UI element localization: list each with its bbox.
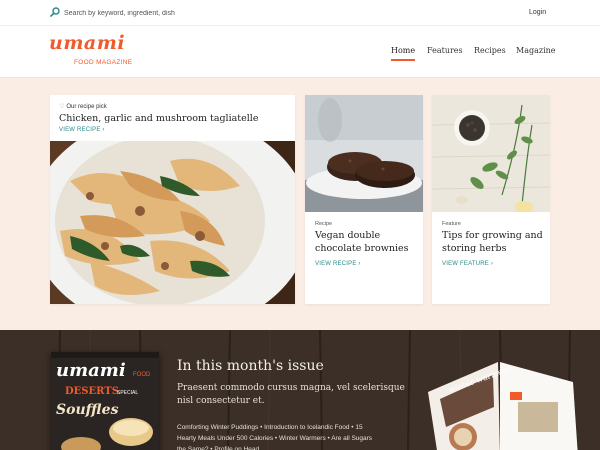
herbs-photo[interactable]: [432, 95, 550, 212]
brownies-photo[interactable]: [305, 95, 423, 212]
nav-recipes-label: Recipes: [474, 46, 506, 55]
logo-subtitle: FOOD MAGAZINE: [74, 59, 133, 66]
search-icon[interactable]: [50, 7, 60, 17]
nav-magazine-label: Magazine: [516, 46, 556, 55]
issue-title: In this month's issue: [177, 358, 324, 374]
nav-magazine[interactable]: Magazine: [516, 46, 556, 62]
top-bar: Login: [0, 0, 600, 26]
recipe-pick-label: ♡ Our recipe pick: [59, 103, 107, 110]
pasta-photo[interactable]: [50, 141, 295, 304]
cover-dish: Souffles: [56, 402, 119, 418]
view-recipe-link[interactable]: VIEW RECIPE ›: [315, 261, 361, 267]
login-link[interactable]: Login: [529, 9, 546, 16]
featured-recipe-card[interactable]: ♡ Our recipe pick Chicken, garlic and mus…: [50, 95, 295, 304]
nav-features[interactable]: Features: [427, 46, 463, 62]
view-feature-link[interactable]: VIEW FEATURE ›: [442, 261, 493, 267]
brownies-title[interactable]: Vegan double chocolate brownies: [315, 230, 419, 255]
logo-wordmark: umami: [49, 32, 126, 54]
search-input[interactable]: [64, 6, 324, 20]
cover-logo: umami: [56, 360, 126, 381]
cover-headline: DESERTS: [65, 386, 119, 397]
card-kind-label: Recipe: [315, 221, 333, 227]
logo[interactable]: umami FOOD MAGAZINE: [49, 32, 139, 68]
nav-home-label: Home: [391, 46, 416, 55]
heart-icon: ♡: [59, 104, 65, 110]
open-magazine-image: winter warmers: [418, 357, 578, 450]
nav-active-underline: [391, 59, 416, 61]
nav-recipes[interactable]: Recipes: [474, 46, 506, 62]
view-recipe-link[interactable]: VIEW RECIPE ›: [59, 127, 105, 133]
herbs-feature-card[interactable]: Feature Tips for growing and storing her…: [432, 95, 550, 304]
cover-logo-sub: FOOD: [133, 372, 151, 378]
nav-features-label: Features: [427, 46, 463, 55]
issue-contents: Comforting Winter Puddings • Introductio…: [177, 424, 373, 450]
magazine-cover[interactable]: umami FOOD DESERTS SPECIAL Souffles: [51, 352, 159, 450]
cover-tag: SPECIAL: [117, 390, 138, 396]
nav-home[interactable]: Home: [391, 46, 416, 62]
herbs-title[interactable]: Tips for growing and storing herbs: [442, 230, 546, 255]
card-kind-label: Feature: [442, 221, 461, 227]
featured-title[interactable]: Chicken, garlic and mushroom tagliatelle: [59, 113, 289, 125]
brownies-recipe-card[interactable]: Recipe Vegan double chocolate brownies V…: [305, 95, 423, 304]
site-header: umami FOOD MAGAZINE Home Features Recipe…: [0, 26, 600, 78]
issue-subtitle: Praesent commodo cursus magna, vel scele…: [177, 383, 405, 406]
recipe-pick-text: Our recipe pick: [66, 104, 107, 110]
